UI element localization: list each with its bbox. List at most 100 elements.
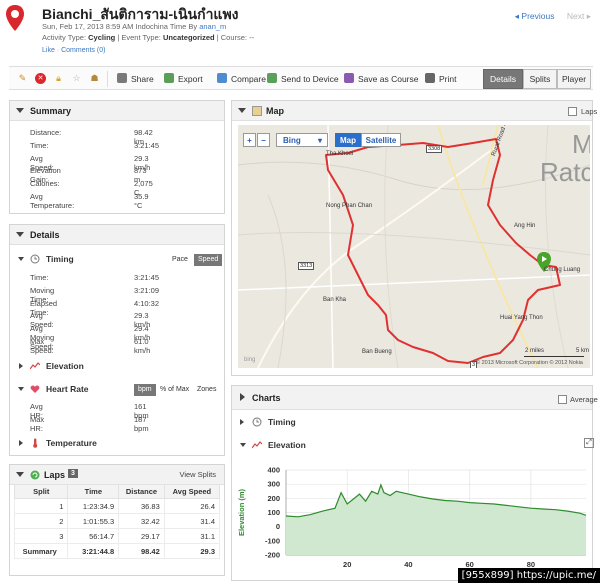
send-to-device-button[interactable]: Send to Device: [267, 71, 339, 87]
y-tick-label: -100: [265, 536, 280, 545]
table-header-row: Split Time Distance Avg Speed: [13, 484, 221, 499]
expand-chart-icon[interactable]: ⤢: [584, 438, 594, 448]
zones-toggle[interactable]: Zones: [193, 384, 220, 396]
activity-type-label: Activity Type:: [42, 33, 87, 42]
expand-triangle-icon: [19, 363, 23, 369]
elevation-icon: [30, 362, 40, 370]
timing-value: 3:21:45: [134, 273, 160, 282]
average-checkbox[interactable]: [558, 395, 567, 404]
column-header[interactable]: Avg Speed: [163, 484, 221, 499]
zoom-out-button[interactable]: −: [257, 133, 270, 147]
elevation-chart-title: Elevation: [268, 440, 306, 450]
place-label: Nong Phan Chan: [326, 203, 373, 209]
route-line: [325, 138, 561, 364]
map-canvas[interactable]: + − Bing ▾ Map Satellite Tha Khoei Nong P…: [238, 125, 590, 368]
collapse-triangle-icon: [18, 257, 24, 261]
delete-icon[interactable]: ✕: [35, 73, 46, 84]
laps-checkbox[interactable]: [568, 107, 577, 116]
place-label: Ban Bueng: [362, 349, 392, 355]
column-header[interactable]: Time: [67, 484, 120, 499]
charts-title: Charts: [252, 393, 281, 403]
table-cell: 31.1: [163, 528, 221, 544]
laps-table: Split Time Distance Avg Speed 1 1:23:34.…: [13, 484, 221, 559]
details-header[interactable]: Details: [10, 225, 224, 245]
table-cell: Summary: [13, 543, 69, 559]
heart-rate-value: 187 bpm: [134, 414, 149, 433]
pace-toggle[interactable]: Pace: [168, 254, 192, 266]
favorite-star-icon[interactable]: ☆: [71, 73, 82, 84]
author-link[interactable]: anan_m: [199, 22, 226, 31]
timing-chart-header[interactable]: Timing: [240, 416, 590, 430]
share-button[interactable]: Share: [117, 71, 154, 87]
event-type-label: | Event Type:: [117, 33, 161, 42]
compare-button[interactable]: Compare: [217, 71, 266, 87]
timing-value: 3:21:09: [134, 285, 160, 295]
location-pin-icon: [6, 5, 24, 31]
speed-toggle[interactable]: Speed: [194, 254, 223, 266]
tab-splits[interactable]: Splits: [523, 69, 557, 89]
elevation-chart-header[interactable]: Elevation: [240, 439, 590, 453]
y-tick-label: 100: [267, 508, 280, 517]
event-type[interactable]: Uncategorized: [163, 33, 215, 42]
summary-key: Calories:: [30, 179, 60, 189]
timing-value: 4:10:32: [134, 298, 160, 308]
comments-link[interactable]: Comments (0): [61, 47, 105, 54]
map-header[interactable]: Map Laps: [232, 101, 597, 121]
like-link[interactable]: Like: [42, 47, 55, 54]
charts-header[interactable]: Charts Average: [232, 386, 598, 410]
expand-triangle-icon: [240, 419, 244, 425]
laps-icon: [30, 470, 40, 480]
next-link[interactable]: Next ▸: [567, 11, 591, 21]
activity-toolbar: ✎ ✕ 🔒︎ ☆ ☗ Share Export Compare Send to …: [9, 66, 593, 90]
previous-link[interactable]: ◂ Previous: [515, 11, 555, 21]
elevation-section-header[interactable]: Elevation: [18, 360, 228, 374]
heart-rate-title: Heart Rate: [46, 384, 89, 394]
column-header[interactable]: Split: [13, 484, 69, 499]
summary-key: Avg Temperature:: [30, 191, 75, 210]
lock-icon[interactable]: 🔒︎: [53, 73, 64, 84]
activity-header: Bianchi_สันติการาม-เนินกำแพง Sun, Feb 17…: [0, 0, 600, 62]
save-as-course-button[interactable]: Save as Course: [344, 71, 418, 87]
scale-bar: [524, 356, 584, 357]
tab-player[interactable]: Player: [557, 69, 591, 89]
zoom-in-button[interactable]: +: [243, 133, 256, 147]
compare-label: Compare: [231, 74, 266, 84]
table-row[interactable]: 3 56:14.7 29.17 31.1: [13, 528, 221, 544]
print-button[interactable]: Print: [425, 71, 456, 87]
map-panel: Map Laps + − Bing ▾ Map Satellite Tha Kh…: [231, 100, 597, 376]
course-icon: [344, 73, 354, 83]
pct-max-toggle[interactable]: % of Max: [156, 384, 193, 396]
y-tick-label: 0: [276, 522, 280, 531]
save-as-course-label: Save as Course: [358, 74, 419, 84]
details-panel: Details Timing Pace Speed Time: 3:21:45 M…: [9, 224, 225, 456]
activity-type[interactable]: Cycling: [88, 33, 115, 42]
column-header[interactable]: Distance: [118, 484, 165, 499]
tab-details[interactable]: Details: [483, 69, 523, 89]
people-icon[interactable]: ☗: [89, 73, 100, 84]
map-view-button[interactable]: Map: [335, 133, 361, 147]
summary-header[interactable]: Summary: [10, 101, 224, 121]
summary-title: Summary: [30, 106, 72, 116]
summary-value: 35.9 °C: [134, 191, 149, 210]
temperature-section-header[interactable]: Temperature: [18, 437, 228, 451]
view-splits-link[interactable]: View Splits: [179, 470, 216, 479]
activity-date: Sun, Feb 17, 2013 8:59 AM Indochina Time…: [42, 22, 200, 31]
scale-miles: 2 miles: [525, 348, 545, 354]
printer-icon: [425, 73, 435, 83]
bpm-toggle[interactable]: bpm: [134, 384, 156, 396]
table-cell: 3: [13, 528, 69, 544]
elevation-chart: -200-1000100200300400 20 40 60 80 Elevation…: [237, 466, 587, 569]
chevron-right-icon: ▸: [584, 11, 591, 21]
map-provider-select[interactable]: Bing ▾: [276, 133, 328, 147]
export-button[interactable]: Export: [164, 71, 203, 87]
laps-header[interactable]: Laps 3 View Splits: [10, 465, 224, 485]
y-tick-label: 200: [267, 494, 280, 503]
watermark: [955x899] https://upic.me/: [457, 568, 600, 583]
table-row[interactable]: 1 1:23:34.9 36.83 26.4: [13, 498, 221, 514]
edit-pencil-icon[interactable]: ✎: [17, 73, 28, 84]
table-row[interactable]: 2 1:01:55.3 32.42 31.4: [13, 513, 221, 529]
satellite-view-button[interactable]: Satellite: [361, 133, 401, 147]
timing-chart-title: Timing: [268, 417, 296, 427]
place-label: Tha Khoei: [326, 151, 354, 157]
scale-km: 5 km: [576, 348, 590, 354]
